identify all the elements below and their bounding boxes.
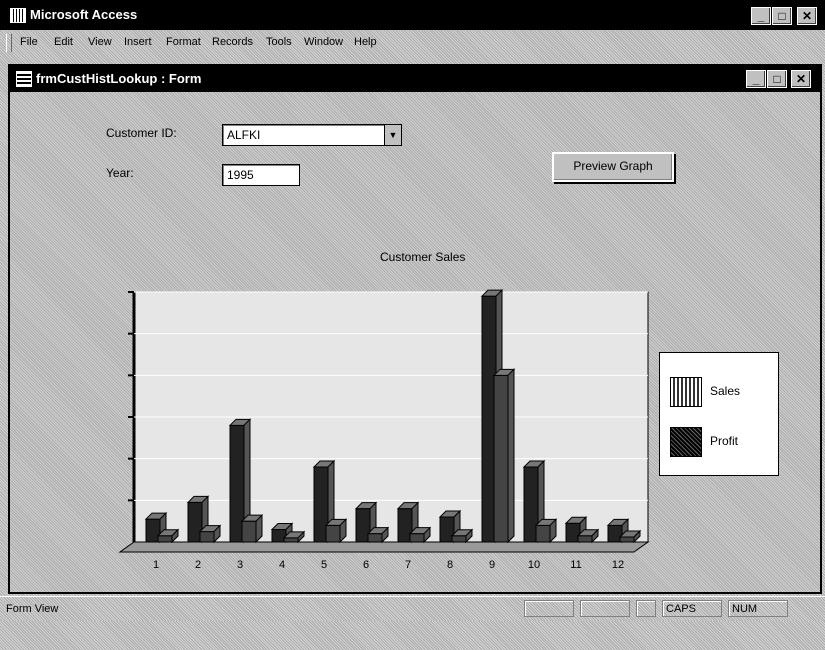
menu-bar: File Edit View Insert Format Records Too… [0,30,825,56]
menu-grip[interactable] [6,34,12,52]
customer-id-value: ALFKI [227,128,261,142]
bar-profit [451,535,467,543]
chart-legend: Sales Profit [659,352,779,476]
menu-view[interactable]: View [88,36,112,48]
access-app-icon[interactable] [10,8,26,23]
bar-profit [283,537,299,543]
bar-profit [619,536,635,543]
menu-insert[interactable]: Insert [124,36,152,48]
x-tick-label: 12 [612,559,624,571]
app-title-bar: Microsoft Access _ □ ✕ [0,0,825,30]
x-tick-label: 3 [237,559,243,571]
x-tick-label: 6 [363,559,369,571]
preview-graph-button[interactable]: Preview Graph [552,152,674,182]
legend-item-sales: Sales [670,377,770,407]
menu-format[interactable]: Format [166,36,201,48]
legend-label-profit: Profit [710,434,739,448]
minimize-button[interactable]: _ [751,7,771,25]
bar-profit [409,533,425,543]
x-tick-label: 9 [489,559,495,571]
x-tick-label: 2 [195,559,201,571]
x-tick-label: 10 [528,559,540,571]
customer-id-combo[interactable]: ALFKI ▼ [222,124,402,146]
bar-profit [535,524,551,543]
x-tick-label: 1 [153,559,159,571]
year-value: 1995 [227,168,254,182]
x-tick-label: 8 [447,559,453,571]
bar-profit [577,535,593,543]
form-maximize-button[interactable]: □ [767,70,787,88]
legend-swatch-profit [670,427,702,457]
bar-profit [241,520,257,543]
maximize-button[interactable]: □ [772,7,792,25]
status-caps: CAPS [662,600,722,617]
legend-label-sales: Sales [710,384,741,398]
menu-file[interactable]: File [20,36,38,48]
chevron-down-icon[interactable]: ▼ [384,125,401,145]
x-tick-label: 4 [279,559,285,571]
status-panel-3 [636,600,656,617]
bar-profit [493,374,509,543]
status-text: Form View [6,603,59,615]
x-tick-label: 11 [570,559,581,571]
legend-item-profit: Profit [670,427,770,457]
menu-edit[interactable]: Edit [54,36,73,48]
close-button[interactable]: ✕ [797,7,817,25]
form-close-button[interactable]: ✕ [791,70,811,88]
form-title: frmCustHistLookup : Form [36,71,202,86]
x-tick-label: 7 [405,559,411,571]
bar-profit [157,535,173,543]
bar-profit [199,531,215,543]
app-title: Microsoft Access [30,7,138,22]
chart-floor [118,541,650,553]
menu-help[interactable]: Help [354,36,377,48]
status-num: NUM [728,600,788,617]
status-panel-1 [524,600,574,617]
form-minimize-button[interactable]: _ [746,70,766,88]
year-label: Year: [106,166,134,180]
menu-records[interactable]: Records [212,36,253,48]
menu-window[interactable]: Window [304,36,343,48]
sales-chart[interactable]: Customer Sales 1 2 3 4 5 6 7 8 9 10 11 12 Sales Pro… [50,250,790,650]
year-field[interactable]: 1995 [222,164,300,186]
form-title-bar[interactable]: frmCustHistLookup : Form _ □ ✕ [10,66,820,92]
menu-tools[interactable]: Tools [266,36,292,48]
bar-profit [367,533,383,543]
form-body: Customer ID: ALFKI ▼ Year: 1995 Preview … [10,92,820,592]
status-panel-2 [580,600,630,617]
bar-profit [325,524,341,543]
chart-plot: 1 2 3 4 5 6 7 8 9 10 11 12 [118,288,650,571]
status-bar: Form View CAPS NUM [0,596,825,622]
x-tick-label: 5 [321,559,327,571]
legend-swatch-sales [670,377,702,407]
customer-id-label: Customer ID: [106,126,177,140]
form-window: frmCustHistLookup : Form _ □ ✕ Customer … [8,64,822,594]
bar-side-profit [507,368,515,544]
form-icon[interactable] [16,71,32,87]
